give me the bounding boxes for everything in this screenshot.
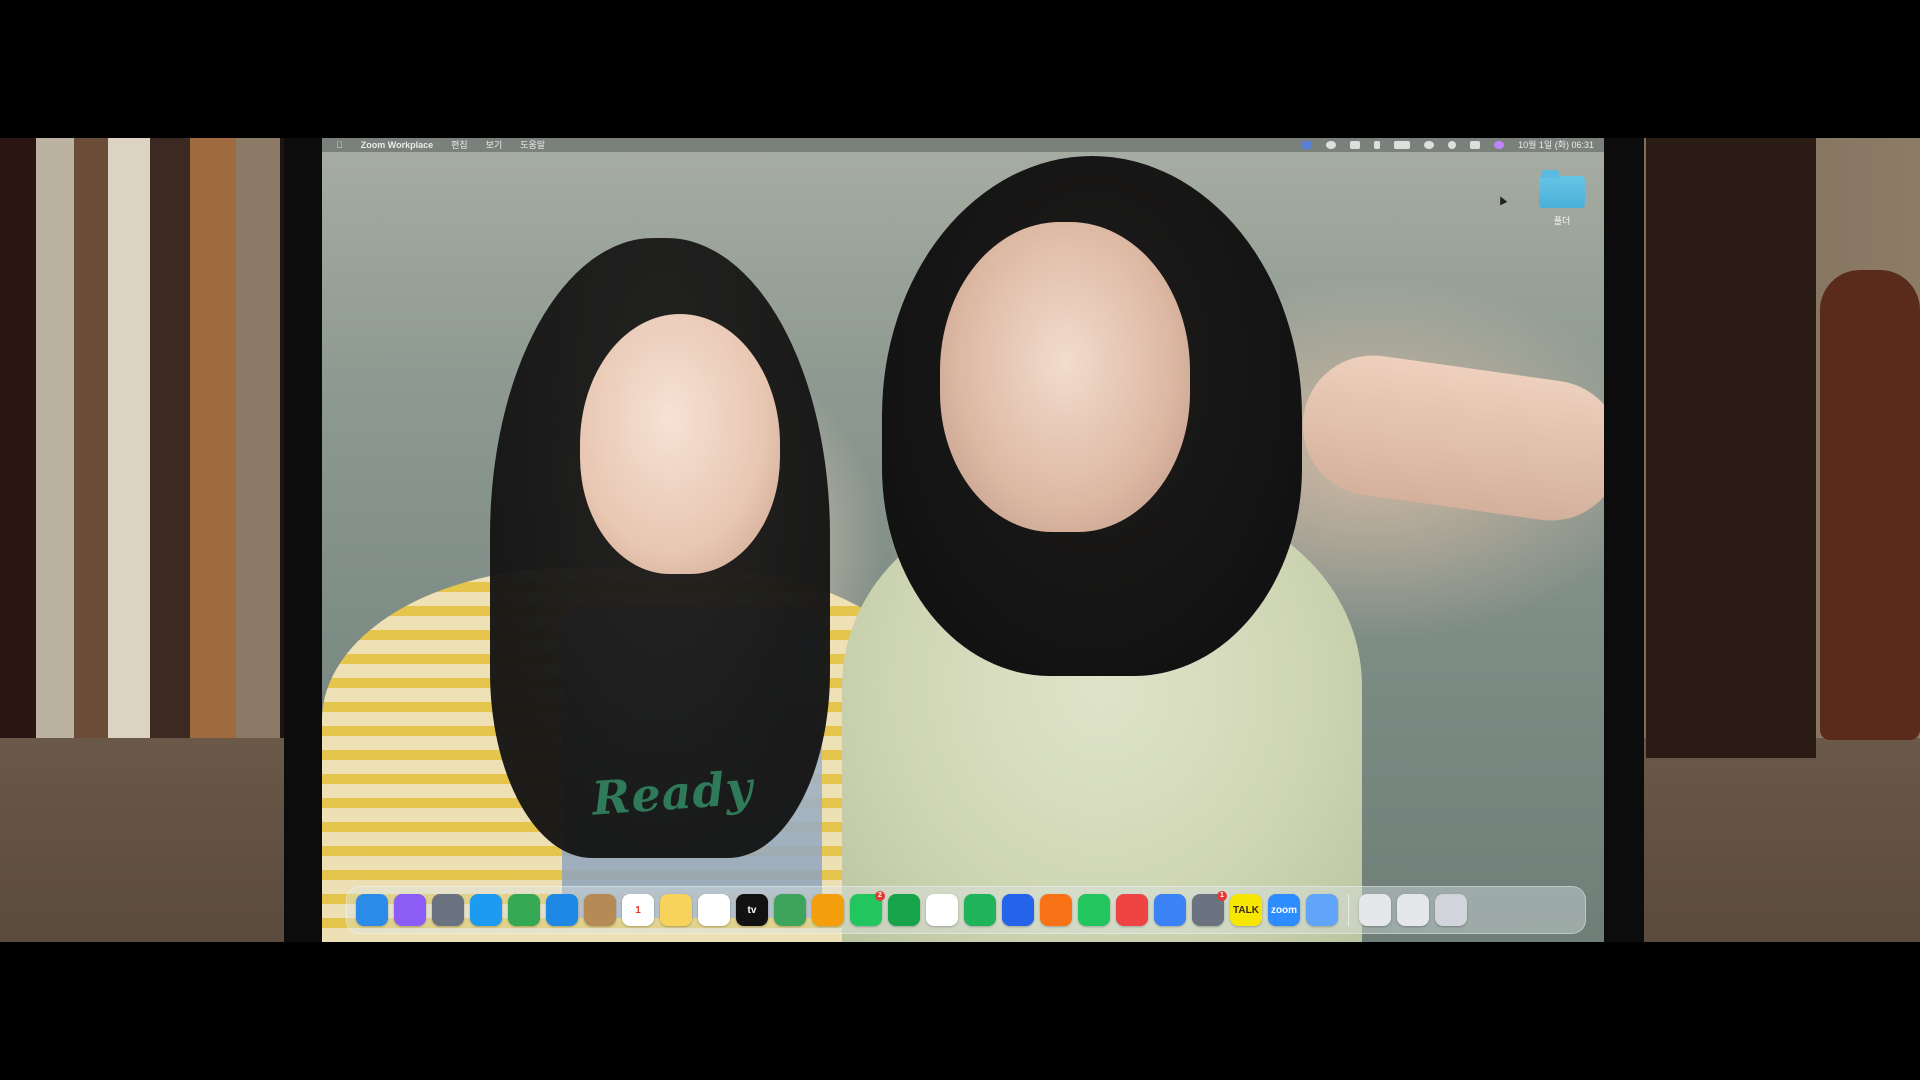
- dock-item-label: 1: [635, 904, 641, 916]
- apple-menu-icon[interactable]: : [336, 138, 343, 152]
- bluetooth-icon[interactable]: [1374, 141, 1381, 149]
- dock-notes-icon[interactable]: [660, 894, 692, 926]
- book-spine: [190, 138, 236, 738]
- book-spine: [0, 138, 36, 738]
- menu-bar-clock[interactable]: 10월 1일 (화) 06:31: [1518, 138, 1594, 152]
- dock-photos-icon[interactable]: [812, 894, 844, 926]
- dock-numbers-icon[interactable]: [964, 894, 996, 926]
- dock-siri-icon[interactable]: [394, 894, 426, 926]
- dock-trash-icon[interactable]: [1435, 894, 1467, 926]
- dock-keyboard-viewer-icon[interactable]: [1359, 894, 1391, 926]
- dock-chrome-icon[interactable]: [508, 894, 540, 926]
- spotlight-search-icon[interactable]: [1448, 141, 1457, 149]
- dock-safari-icon[interactable]: [470, 894, 502, 926]
- dock-find-my-icon[interactable]: [1078, 894, 1110, 926]
- menu-item[interactable]: 보기: [486, 138, 503, 152]
- desktop-folder[interactable]: 폴더: [1532, 170, 1592, 246]
- screen-record-icon[interactable]: [1326, 141, 1337, 149]
- dock-app-store-icon[interactable]: [1154, 894, 1186, 926]
- menu-bar-left:  Zoom Workplace 편집 보기 도움말: [336, 138, 545, 152]
- dock-keynote-icon[interactable]: [1002, 894, 1034, 926]
- dock-maps-icon[interactable]: [774, 894, 806, 926]
- dock-separator: [1348, 894, 1349, 926]
- dock-item-label: tv: [747, 904, 757, 916]
- wifi-icon[interactable]: [1424, 141, 1435, 149]
- dock-messages-icon[interactable]: 2: [850, 891, 885, 926]
- book-spine: [36, 138, 74, 738]
- control-center-icon[interactable]: [1470, 141, 1481, 149]
- dock-freeform-icon[interactable]: [698, 894, 730, 926]
- battery-icon[interactable]: [1394, 141, 1411, 149]
- menu-bar:  Zoom Workplace 편집 보기 도움말 10월 1일 (화) 06…: [322, 138, 1604, 152]
- dock-zoom-icon[interactable]: zoom: [1268, 894, 1300, 926]
- dock-contacts-icon[interactable]: [584, 894, 616, 926]
- dock-finder-icon[interactable]: [356, 894, 388, 926]
- dock-music-icon[interactable]: [1116, 894, 1148, 926]
- bottle: [1820, 270, 1920, 740]
- book-spine: [150, 138, 190, 738]
- menu-bar-status: 10월 1일 (화) 06:31: [1302, 138, 1594, 152]
- menu-item[interactable]: 편집: [451, 138, 468, 152]
- dock-item-label: zoom: [1270, 904, 1298, 916]
- dock-item-label: TALK: [1233, 904, 1259, 916]
- notification-badge: 2: [875, 891, 885, 901]
- photo-frame: Ready  Zoom Workplace 편집 보기 도움말: [0, 0, 1920, 1080]
- dock-facetime-icon[interactable]: [888, 894, 920, 926]
- dock-system-settings-icon[interactable]: 1: [1192, 891, 1227, 926]
- dock-books-icon[interactable]: [1040, 894, 1072, 926]
- dock-kakaotalk-icon[interactable]: TALK: [1230, 894, 1262, 926]
- calendar-status-icon[interactable]: [1350, 141, 1361, 149]
- shelf-frame: [1646, 138, 1816, 758]
- dock-preview-icon[interactable]: [1306, 894, 1338, 926]
- wallpaper-girl-right-face: [940, 222, 1190, 532]
- dock-calendar-icon[interactable]: 1: [622, 894, 654, 926]
- book-spine: [236, 138, 280, 738]
- mac-screen: Ready  Zoom Workplace 편집 보기 도움말: [322, 138, 1604, 942]
- book-spine: [108, 138, 150, 738]
- dock: 1 tv 2 1 TALK zoom: [346, 886, 1586, 934]
- desktop-folder-label: 폴더: [1553, 216, 1571, 226]
- wallpaper-shirt-text: Ready: [590, 760, 755, 826]
- siri-icon[interactable]: [1494, 141, 1505, 149]
- dock-launchpad-icon[interactable]: [432, 894, 464, 926]
- dock-mail-icon[interactable]: [546, 894, 578, 926]
- wallpaper-girl-left-face: [580, 314, 780, 574]
- dock-apple-tv-icon[interactable]: tv: [736, 894, 768, 926]
- notification-badge: 1: [1217, 891, 1227, 901]
- folder-icon: [1539, 170, 1585, 208]
- menu-item[interactable]: 도움말: [520, 138, 545, 152]
- dock-downloads-icon[interactable]: [1397, 894, 1429, 926]
- dock-pages-icon[interactable]: [926, 894, 958, 926]
- book-spine: [74, 138, 108, 738]
- menu-app-name[interactable]: Zoom Workplace: [361, 138, 433, 152]
- zoom-status-icon[interactable]: [1302, 141, 1313, 149]
